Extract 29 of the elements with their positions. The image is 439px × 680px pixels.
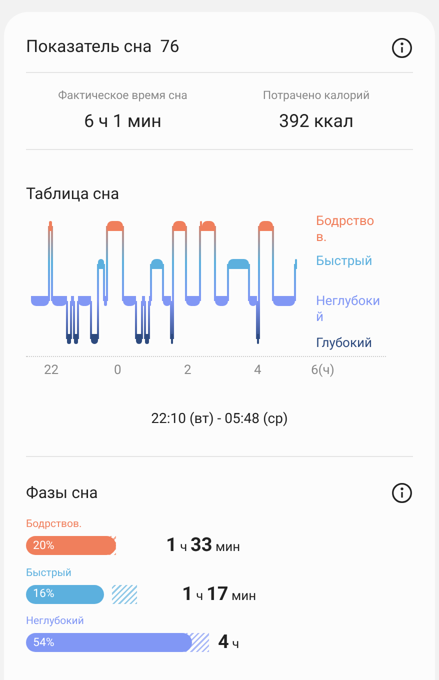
phases-title: Фазы сна <box>26 482 98 504</box>
phase-duration: 1 ч 33 мин <box>166 532 240 558</box>
stage-label: Бодрство в. <box>316 214 376 248</box>
stat-label: Фактическое время сна <box>58 87 188 104</box>
stat-label: Потрачено калорий <box>262 87 370 104</box>
axis-tick-label: 6(ч) <box>311 362 334 380</box>
phase-duration: 4 ч <box>218 629 240 656</box>
sleep-score-title: Показатель сна 76 <box>26 36 180 60</box>
axis-tick-label: 22 <box>44 362 59 380</box>
phase-label: Неглубокий <box>26 614 85 628</box>
stat-value: 392 ккал <box>279 110 354 134</box>
axis-tick-label: 2 <box>184 362 192 380</box>
time-range: 22:10 (вт) - 05:48 (ср) <box>150 410 289 430</box>
phase-percent: 54% <box>33 634 54 651</box>
stat-value: 6 ч 1 мин <box>84 110 162 134</box>
info-icon[interactable] <box>391 482 413 504</box>
phase-label: Бодрствов. <box>26 517 83 532</box>
phase-percent: 16% <box>33 585 54 602</box>
stage-label: Глубокий <box>316 335 374 352</box>
stage-label: Быстрый <box>316 253 374 272</box>
phase-label: Быстрый <box>26 566 72 580</box>
axis-tick-label: 4 <box>254 362 262 380</box>
phase-duration: 1 ч 17 мин <box>182 580 256 607</box>
hatch-range <box>112 584 138 604</box>
info-icon[interactable] <box>391 37 413 59</box>
chart-title: Таблица сна <box>26 183 120 206</box>
stage-label: Неглубоки й <box>316 293 382 328</box>
axis-tick-label: 0 <box>114 362 122 380</box>
phase-percent: 20% <box>33 536 54 554</box>
